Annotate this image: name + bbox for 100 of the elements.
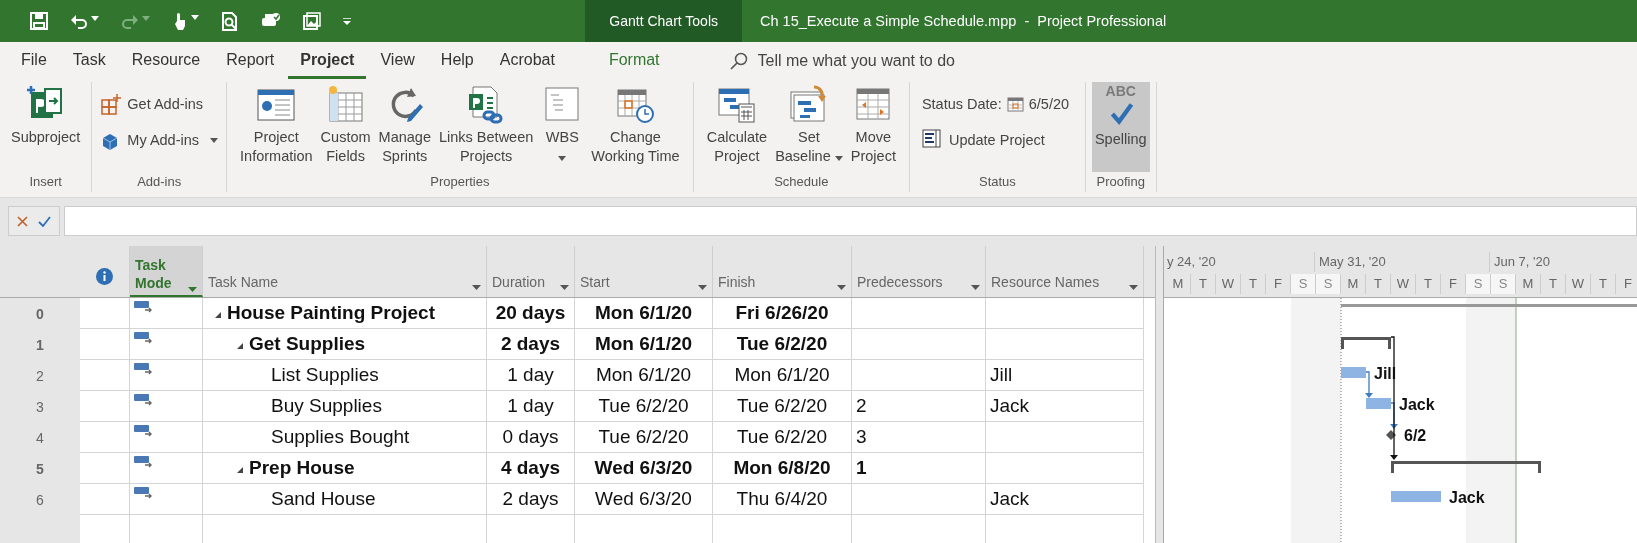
- collapse-triangle-icon[interactable]: [215, 312, 221, 318]
- task-name: Sand House: [271, 488, 376, 510]
- task-name: House Painting Project: [227, 302, 435, 324]
- ribbon-button[interactable]: Set Baseline: [772, 82, 846, 172]
- row-number: 6: [0, 484, 80, 515]
- entry-field[interactable]: [64, 206, 1637, 236]
- task-name: Supplies Bought: [271, 426, 410, 448]
- ribbon-tab[interactable]: View: [368, 43, 427, 79]
- ribbon-button[interactable]: Calculate Project: [703, 82, 771, 172]
- day-label: S: [1491, 274, 1516, 294]
- bar-label: Jack: [1399, 396, 1435, 413]
- ribbon-button[interactable]: Get Add-ins: [98, 92, 221, 116]
- customize-icon: [343, 17, 351, 25]
- start-cell: Mon 6/1/20: [575, 360, 713, 391]
- ribbon-tab[interactable]: Resource: [119, 43, 213, 79]
- undo-icon: [70, 13, 88, 29]
- ribbon-button[interactable]: Change Working Time: [588, 82, 683, 172]
- finish-cell: Fri 6/26/20: [713, 298, 852, 329]
- ribbon-tab[interactable]: Task: [60, 43, 118, 79]
- week-label: May 31, '20: [1316, 252, 1490, 272]
- predecessors-cell: 1: [852, 453, 986, 484]
- day-label: M: [1516, 274, 1541, 294]
- finish-cell: Tue 6/2/20: [713, 329, 852, 360]
- column-header[interactable]: Resource Names: [986, 246, 1144, 297]
- filter-arrow-icon: [560, 285, 569, 290]
- column-header[interactable]: Predecessors: [852, 246, 986, 297]
- day-label: T: [1591, 274, 1616, 294]
- ribbon-tab[interactable]: File: [9, 43, 59, 79]
- bar-label: Jack: [1449, 489, 1485, 506]
- auto-schedule-icon: [134, 425, 153, 437]
- column-header[interactable]: Task Mode: [130, 246, 203, 297]
- ribbon-tab[interactable]: Report: [214, 43, 287, 79]
- caret-icon: [91, 16, 99, 21]
- ribbon-button[interactable]: Subproject: [6, 82, 86, 172]
- predecessors-cell: 2: [852, 391, 986, 422]
- predecessors-cell: 3: [852, 422, 986, 453]
- duration-cell: 2 days: [487, 329, 575, 360]
- ribbon-tab[interactable]: Help: [428, 43, 486, 79]
- start-cell: Tue 6/2/20: [575, 391, 713, 422]
- collapse-triangle-icon[interactable]: [237, 467, 243, 473]
- enter-check-icon[interactable]: [38, 215, 51, 227]
- duration-cell: 0 days: [487, 422, 575, 453]
- ribbon-button[interactable]: Update Project: [919, 128, 1075, 152]
- filter-arrow-icon: [971, 285, 980, 290]
- collapse-triangle-icon[interactable]: [237, 343, 243, 349]
- quick-access-button[interactable]: [30, 12, 48, 30]
- info-icon: [96, 268, 113, 285]
- tell-me-field[interactable]: Tell me what you want to do: [729, 51, 1060, 71]
- day-label: W: [1216, 274, 1241, 294]
- column-header[interactable]: Start: [575, 246, 713, 297]
- ribbon-button[interactable]: My Add-ins: [98, 128, 221, 152]
- ribbon-tab[interactable]: Acrobat: [487, 43, 567, 79]
- ribbon-tab[interactable]: Format: [596, 43, 672, 79]
- day-label: S: [1291, 274, 1316, 294]
- resources-cell: Jack: [986, 391, 1144, 422]
- row-number: 3: [0, 391, 80, 422]
- ribbon-button[interactable]: Project Information: [237, 82, 316, 172]
- ribbon-button[interactable]: Custom Fields: [317, 82, 374, 172]
- task-name: Buy Supplies: [271, 395, 382, 417]
- day-label: T: [1416, 274, 1441, 294]
- summary-bracket: [1341, 337, 1391, 349]
- milestone-diamond[interactable]: [1386, 430, 1396, 440]
- day-label: F: [1616, 274, 1637, 294]
- status-date-button[interactable]: Status Date: 6/5/20: [919, 92, 1075, 116]
- auto-schedule-icon: [134, 332, 153, 344]
- filter-arrow-icon: [837, 285, 846, 290]
- picture-icon: [303, 12, 321, 30]
- quick-access-button[interactable]: [221, 11, 239, 31]
- quick-access-button[interactable]: [172, 12, 199, 30]
- cancel-icon[interactable]: [17, 215, 28, 227]
- finish-cell: Tue 6/2/20: [713, 391, 852, 422]
- finish-cell: Mon 6/1/20: [713, 360, 852, 391]
- start-cell: Mon 6/1/20: [575, 298, 713, 329]
- contextual-tab-label: Gantt Chart Tools: [585, 0, 742, 42]
- day-label: T: [1366, 274, 1391, 294]
- quick-access-button[interactable]: [70, 13, 99, 29]
- row-number: 0: [0, 298, 80, 329]
- quick-access-button[interactable]: [343, 17, 351, 25]
- calendar-icon: [1006, 95, 1024, 113]
- caret-icon: [142, 16, 150, 21]
- duration-cell: 20 days: [487, 298, 575, 329]
- column-header[interactable]: Duration: [487, 246, 575, 297]
- ribbon-button[interactable]: ABC Spelling: [1091, 82, 1150, 172]
- filter-arrow-icon: [188, 287, 197, 292]
- bar-label: 6/2: [1404, 427, 1427, 444]
- quick-access-button[interactable]: [303, 12, 321, 30]
- column-header[interactable]: Finish: [713, 246, 852, 297]
- duration-cell: 4 days: [487, 453, 575, 484]
- auto-schedule-icon: [134, 487, 153, 499]
- caret-icon: [834, 156, 843, 161]
- start-cell: Tue 6/2/20: [575, 422, 713, 453]
- ribbon-button[interactable]: Links Between Projects: [436, 82, 537, 172]
- ribbon-button[interactable]: WBS: [538, 82, 587, 172]
- resources-cell: Jack: [986, 484, 1144, 515]
- column-header[interactable]: Task Name: [203, 246, 487, 297]
- update-list-icon: [921, 129, 944, 151]
- ribbon-button[interactable]: Manage Sprints: [375, 82, 434, 172]
- icon-caption: ABC: [1105, 84, 1136, 98]
- filter-arrow-icon: [698, 285, 707, 290]
- ribbon-button[interactable]: Move Project: [847, 82, 899, 172]
